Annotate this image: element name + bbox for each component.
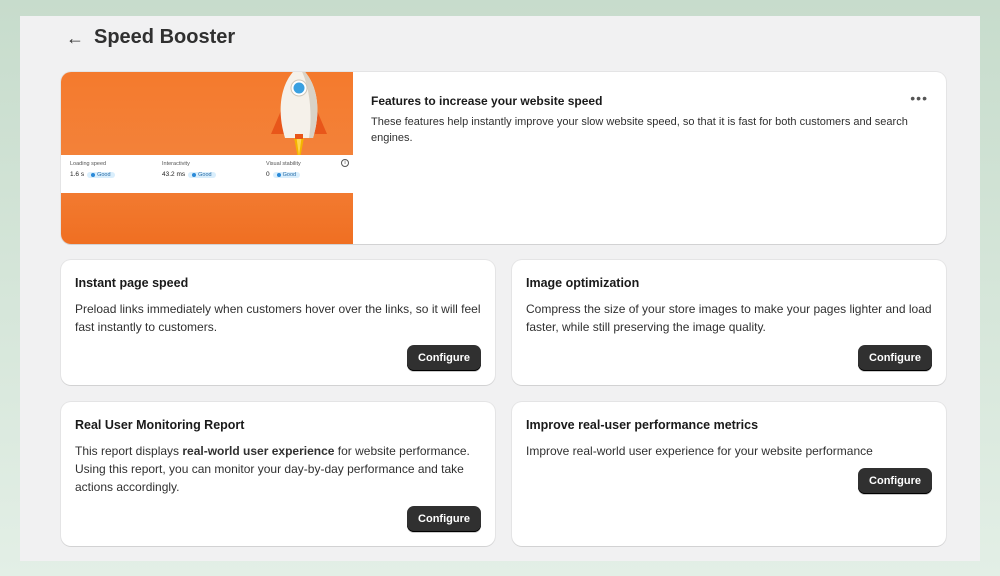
feature-card-image-optimization: Image optimization Compress the size of … bbox=[512, 260, 946, 385]
hero-banner-image: Loading speed 1.6 s Good Interactivity 4… bbox=[61, 72, 353, 244]
feature-card-real-user-metrics: Improve real-user performance metrics Im… bbox=[512, 402, 946, 546]
feature-card-instant-page-speed: Instant page speed Preload links immedia… bbox=[61, 260, 495, 385]
page: ← Speed Booster Loading speed 1.6 s Good… bbox=[20, 16, 980, 561]
hero-text: Features to increase your website speed … bbox=[371, 94, 931, 146]
page-title: Speed Booster bbox=[94, 26, 236, 48]
card-description: Compress the size of your store images t… bbox=[526, 302, 932, 334]
info-icon[interactable]: i bbox=[341, 159, 349, 167]
metric-label: Visual stability bbox=[266, 161, 301, 167]
status-dot-icon bbox=[192, 172, 197, 177]
metric-value: 0 bbox=[266, 171, 270, 178]
hero-description: These features help instantly improve yo… bbox=[371, 116, 908, 144]
status-badge: Good bbox=[272, 171, 301, 178]
card-title: Instant page speed bbox=[75, 276, 189, 290]
status-badge-label: Good bbox=[282, 171, 297, 178]
card-title: Real User Monitoring Report bbox=[75, 418, 245, 432]
more-actions-icon[interactable]: ••• bbox=[910, 90, 928, 106]
metric-label: Interactivity bbox=[162, 161, 190, 167]
card-description-emphasis: real-world user experience bbox=[182, 444, 335, 458]
metric-visual-stability: Visual stability 0 Good bbox=[266, 161, 301, 178]
hero-title: Features to increase your website speed bbox=[371, 94, 603, 108]
back-arrow-icon[interactable]: ← bbox=[66, 28, 84, 48]
metric-interactivity: Interactivity 43.2 ms Good bbox=[162, 161, 216, 178]
metric-value: 43.2 ms bbox=[162, 171, 186, 178]
configure-button[interactable]: Configure bbox=[407, 345, 481, 371]
card-description-text: This report displays bbox=[75, 444, 183, 458]
status-badge: Good bbox=[188, 171, 216, 178]
metric-loading-speed: Loading speed 1.6 s Good bbox=[70, 161, 115, 178]
status-badge: Good bbox=[87, 171, 115, 178]
status-dot-icon bbox=[276, 172, 281, 177]
card-title: Image optimization bbox=[526, 276, 640, 290]
metrics-panel: Loading speed 1.6 s Good Interactivity 4… bbox=[61, 155, 353, 193]
configure-button[interactable]: Configure bbox=[858, 468, 932, 494]
metric-value: 1.6 s bbox=[70, 171, 85, 178]
card-description: This report displays real-world user exp… bbox=[75, 442, 485, 496]
page-header: ← Speed Booster bbox=[66, 26, 235, 49]
card-title: Improve real-user performance metrics bbox=[526, 418, 759, 432]
card-description: Preload links immediately when customers… bbox=[75, 302, 481, 334]
feature-card-real-user-monitoring: Real User Monitoring Report This report … bbox=[61, 402, 495, 546]
status-badge-label: Good bbox=[198, 171, 212, 178]
status-badge-label: Good bbox=[97, 171, 111, 178]
configure-button[interactable]: Configure bbox=[407, 506, 481, 532]
status-dot-icon bbox=[91, 172, 96, 177]
card-description: Improve real-world user experience for y… bbox=[526, 444, 873, 458]
metric-label: Loading speed bbox=[70, 161, 107, 167]
configure-button[interactable]: Configure bbox=[858, 345, 932, 371]
hero-card: Loading speed 1.6 s Good Interactivity 4… bbox=[61, 72, 946, 244]
